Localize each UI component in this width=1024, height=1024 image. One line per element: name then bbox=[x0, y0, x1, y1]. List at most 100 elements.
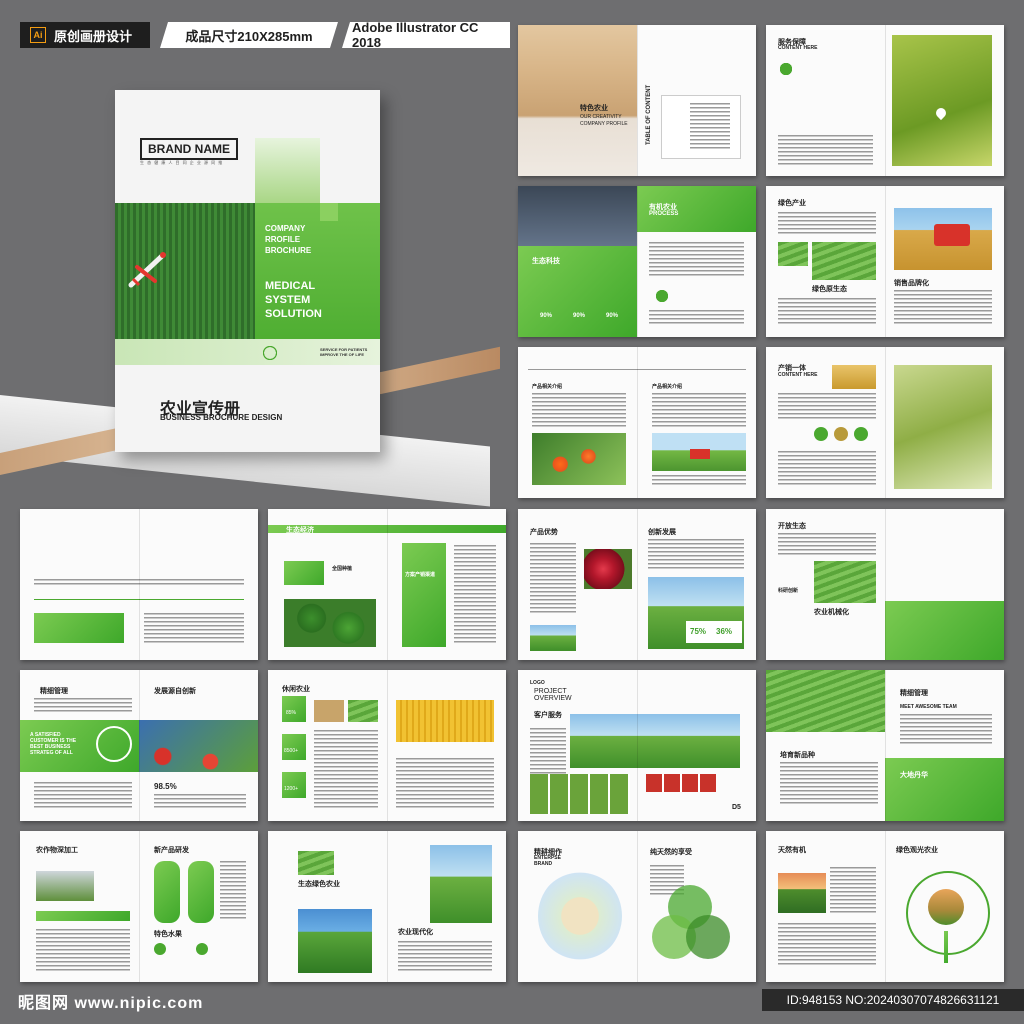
text-block bbox=[649, 310, 744, 324]
green-panel bbox=[885, 758, 1004, 821]
photo-caption: 绿色原生态 bbox=[812, 286, 847, 293]
brochure-cover: BRAND NAME 生 态 健 康 人 目 同 企 业 源 同 推 COMPA… bbox=[115, 90, 380, 452]
stat-value: 98.5% bbox=[154, 782, 177, 791]
timeline-line bbox=[34, 599, 244, 600]
harvester-photo bbox=[894, 208, 992, 270]
greenhouse-photo bbox=[36, 871, 94, 901]
field-photo bbox=[115, 203, 255, 339]
process-icon bbox=[656, 290, 668, 302]
tomato-photo bbox=[532, 433, 626, 485]
panel-title: 生态科技 bbox=[532, 258, 560, 265]
software-tag: Adobe Illustrator CC 2018 bbox=[342, 22, 510, 48]
stat-2: 8500+ bbox=[284, 748, 299, 754]
crop-field-photo bbox=[20, 509, 258, 573]
spread-subtitle-2: COMPANY PROFILE bbox=[580, 121, 628, 127]
product-card bbox=[154, 861, 180, 923]
landscape-circle-photo bbox=[928, 889, 964, 925]
spread-title-2: 绿色观光农业 bbox=[896, 847, 938, 854]
product-cards bbox=[154, 861, 214, 923]
spread-subtitle: CONTENT HERE bbox=[778, 45, 818, 51]
text-block bbox=[652, 393, 746, 429]
globe-icon bbox=[263, 346, 277, 360]
stat-card-3 bbox=[282, 772, 306, 798]
brand-name: BRAND NAME bbox=[140, 138, 238, 160]
wheat-closeup bbox=[894, 365, 992, 489]
stat-1: 90% bbox=[540, 313, 553, 319]
cover-headline-1: MEDICAL bbox=[265, 280, 316, 292]
photo-caption: 农业机械化 bbox=[814, 609, 849, 616]
robot-photo bbox=[518, 186, 637, 246]
spread-title: 精细管理 bbox=[40, 688, 68, 695]
stat-2: 90% bbox=[573, 313, 586, 319]
spread-16: 生态绿色农业 农业现代化 bbox=[268, 831, 506, 982]
cover-title-en: BUSINESS BROCHURE DESIGN bbox=[160, 413, 283, 422]
sunset-field-photo bbox=[778, 873, 826, 913]
stat-card-1 bbox=[282, 696, 306, 722]
hexagon-cluster bbox=[538, 871, 622, 961]
ribbon-accent bbox=[320, 203, 338, 221]
farmer-photo bbox=[570, 714, 740, 768]
text-block bbox=[778, 212, 876, 234]
spread-title: 特色农业 bbox=[580, 105, 608, 112]
fruit-basket-photo bbox=[139, 720, 258, 772]
photo-caption-2: 销售品牌化 bbox=[894, 280, 929, 287]
product-card bbox=[188, 861, 214, 923]
hill-photo bbox=[298, 909, 372, 973]
feature-box bbox=[284, 561, 324, 585]
icon-grid bbox=[34, 613, 124, 643]
text-block bbox=[649, 242, 744, 277]
app-tag: Ai 原创画册设计 bbox=[20, 22, 150, 48]
spread-title: 农作物深加工 bbox=[36, 847, 78, 854]
hand-photo bbox=[530, 625, 576, 651]
harvest-photo bbox=[518, 25, 637, 176]
progress-ring bbox=[96, 726, 132, 762]
logo-text: LOGO bbox=[530, 680, 545, 686]
software-tag-label: Adobe Illustrator CC 2018 bbox=[352, 20, 479, 50]
spread-18: 天然有机 绿色观光农业 bbox=[766, 831, 1004, 982]
spread-title: 精细管理 bbox=[900, 690, 928, 697]
icon-row bbox=[814, 427, 868, 441]
leaf-photo bbox=[348, 700, 378, 722]
cover-line-2: RROFILE bbox=[265, 235, 301, 244]
pomegranate-photo bbox=[584, 549, 632, 589]
product-icon bbox=[834, 427, 848, 441]
spread-2: 服务保障 CONTENT HERE bbox=[766, 25, 1004, 176]
text-block bbox=[314, 730, 378, 810]
product-icon bbox=[854, 427, 868, 441]
icon-row bbox=[154, 943, 208, 955]
text-block bbox=[398, 941, 492, 971]
wheat-header bbox=[832, 365, 876, 389]
section-title: 特色水果 bbox=[154, 931, 182, 938]
text-block bbox=[778, 451, 876, 485]
photo-caption: 农业现代化 bbox=[398, 929, 433, 936]
spread-17: 精耕细作 ENTERPSE BRAND 纯天然的享受 bbox=[518, 831, 756, 982]
spread-title: 绿色产业 bbox=[778, 200, 806, 207]
text-block bbox=[894, 290, 992, 326]
plowed-field-photo bbox=[894, 531, 992, 597]
grassland-photo bbox=[430, 845, 492, 923]
airplane-icon bbox=[128, 252, 166, 288]
vegetable-photo bbox=[284, 599, 376, 647]
cover-green-block bbox=[255, 138, 320, 208]
spread-14: 精细管理 MEET AWESOME TEAM 培育新品种 大地丹华 bbox=[766, 670, 1004, 821]
center-card bbox=[402, 543, 446, 647]
photo-caption-2: 科研创新 bbox=[778, 588, 799, 594]
spread-13: LOGO PROJECT OVERVIEW 客户服务 D5 bbox=[518, 670, 756, 821]
text-block bbox=[34, 698, 132, 714]
spread-subtitle: OUR CREATIVITY bbox=[580, 114, 622, 120]
cover-headline-3: SOLUTION bbox=[265, 308, 322, 320]
corn-photo bbox=[396, 700, 494, 742]
product-icon bbox=[814, 427, 828, 441]
fruit-thumbs bbox=[646, 774, 716, 792]
spread-title: 生态绿色农业 bbox=[298, 881, 340, 888]
text-block bbox=[648, 539, 744, 569]
stat-1: 85% bbox=[286, 710, 297, 716]
stat-3: 1200+ bbox=[284, 786, 299, 792]
spread-10: 开放生态 农业机械化 科研创新 bbox=[766, 509, 1004, 660]
field-photo-small bbox=[778, 242, 808, 266]
form-lines bbox=[778, 923, 876, 967]
stat-3: 90% bbox=[606, 313, 619, 319]
spread-title: 生态经济 bbox=[286, 527, 314, 534]
stat-card-2 bbox=[282, 734, 306, 760]
text-block bbox=[154, 794, 246, 810]
